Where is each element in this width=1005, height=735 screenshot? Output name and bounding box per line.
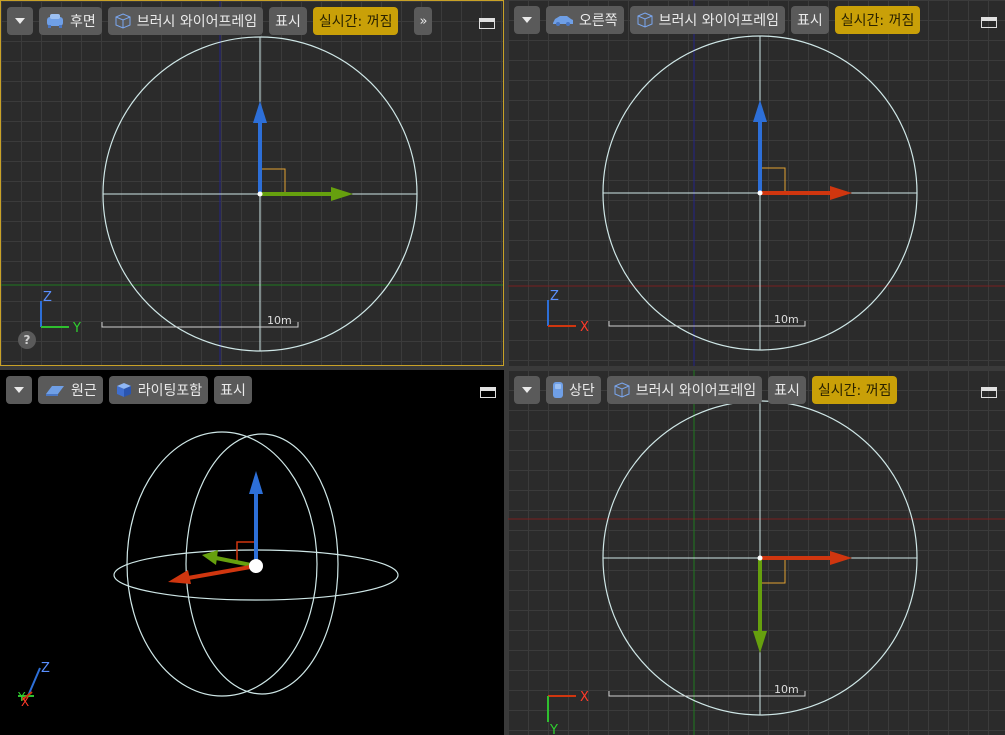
back-realtime-label: 실시간: 꺼짐 (318, 14, 393, 30)
back-view-button[interactable]: 후면 (39, 7, 102, 35)
right-view-button[interactable]: 오른쪽 (546, 6, 624, 34)
gizmo-x-arrowhead[interactable] (168, 570, 191, 584)
scale-label: 10m (267, 314, 292, 327)
right-shading-label: 브러시 와이어프레임 (658, 13, 780, 29)
perspective-scene: Z X Y (17, 431, 399, 709)
back-realtime-badge[interactable]: 실시간: 꺼짐 (312, 7, 399, 35)
gizmo-pivot[interactable] (257, 191, 263, 197)
right-realtime-badge[interactable]: 실시간: 꺼짐 (834, 6, 921, 34)
chevron-down-icon (522, 17, 532, 23)
chevron-down-icon (522, 387, 532, 393)
axis-tripod-z-label: Z (43, 290, 52, 305)
top-show-button[interactable]: 표시 (768, 376, 806, 404)
more-chevrons-icon: » (419, 13, 428, 29)
perspective-toolbar: 원근 라이팅포함 표시 (6, 376, 252, 404)
top-show-label: 표시 (774, 383, 800, 399)
perspective-shading-label: 라이팅포함 (137, 383, 203, 399)
axis-tripod-y-label: Y (17, 690, 26, 704)
perspective-shading-button[interactable]: 라이팅포함 (108, 376, 209, 404)
back-menu-dropdown[interactable] (7, 7, 33, 35)
viewport-top[interactable]: 10m X Y 상단 브러시 와이어프레임 표시 실시간: 꺼짐 (508, 370, 1005, 735)
chevron-down-icon (15, 18, 25, 24)
top-maximize-icon[interactable] (981, 387, 997, 398)
top-view-label: 상단 (569, 383, 595, 399)
gizmo-pivot[interactable] (249, 559, 263, 573)
gizmo-y-arrowhead[interactable] (202, 550, 218, 565)
top-realtime-label: 실시간: 꺼짐 (817, 383, 892, 399)
axis-tripod-y-label: Y (72, 321, 81, 336)
back-scene: 10m Z Y (1, 1, 503, 365)
perspective-menu-dropdown[interactable] (6, 376, 32, 404)
axis-tripod-x-label: X (580, 690, 589, 705)
wireframe-cube-icon (637, 12, 653, 28)
right-realtime-label: 실시간: 꺼짐 (840, 13, 915, 29)
perspective-show-button[interactable]: 표시 (214, 376, 252, 404)
help-icon[interactable]: ? (18, 331, 36, 349)
scale-label: 10m (774, 683, 799, 696)
car-back-icon (47, 14, 63, 28)
right-show-label: 표시 (797, 13, 823, 29)
back-toolbar: 후면 브러시 와이어프레임 표시 실시간: 꺼짐 » (7, 7, 433, 35)
top-scene: 10m X Y (508, 370, 1005, 735)
gizmo-plane-handle[interactable] (260, 168, 286, 194)
top-realtime-badge[interactable]: 실시간: 꺼짐 (811, 376, 898, 404)
right-menu-dropdown[interactable] (514, 6, 540, 34)
perspective-view-button[interactable]: 원근 (38, 376, 103, 404)
back-maximize-icon[interactable] (479, 18, 495, 29)
right-view-label: 오른쪽 (579, 13, 618, 29)
axis-tripod-z (27, 667, 41, 697)
viewport-perspective[interactable]: Z X Y 원근 라이팅포함 표시 (0, 370, 504, 735)
axis-tripod-z-label: Z (550, 289, 559, 304)
back-shading-button[interactable]: 브러시 와이어프레임 (107, 7, 264, 35)
right-show-button[interactable]: 표시 (791, 6, 829, 34)
gizmo-y-arrowhead[interactable] (753, 631, 767, 653)
gizmo-plane-handle[interactable] (760, 167, 786, 193)
back-shading-label: 브러시 와이어프레임 (136, 14, 258, 30)
right-scene: 10m Z X (508, 0, 1005, 366)
right-toolbar: 오른쪽 브러시 와이어프레임 표시 실시간: 꺼짐 (514, 6, 921, 34)
viewport-back[interactable]: 10m Z Y 후면 브러시 와이어프레임 표시 실시간: 꺼짐 » ? (0, 0, 504, 366)
sphere-wire-meridian-a (126, 431, 318, 697)
wireframe-cube-icon (614, 382, 630, 398)
back-more-button[interactable]: » (414, 7, 433, 35)
top-view-button[interactable]: 상단 (546, 376, 601, 404)
gizmo-z-arrowhead[interactable] (753, 100, 767, 122)
top-toolbar: 상단 브러시 와이어프레임 표시 실시간: 꺼짐 (514, 376, 898, 404)
top-shading-label: 브러시 와이어프레임 (635, 383, 757, 399)
gizmo-x-arrowhead[interactable] (830, 551, 852, 565)
axis-tripod-x-label: X (580, 320, 589, 335)
back-show-label: 표시 (275, 14, 301, 30)
back-view-label: 후면 (70, 14, 96, 30)
gizmo-y-arrowhead[interactable] (331, 187, 353, 201)
axis-tripod-z-label: Z (41, 661, 50, 676)
viewport-right[interactable]: 10m Z X 오른쪽 브러시 와이어프레임 표시 실시간: 꺼짐 (508, 0, 1005, 366)
gizmo-x-arrowhead[interactable] (830, 186, 852, 200)
gizmo-plane-handle[interactable] (760, 558, 786, 584)
gizmo-z-arrowhead[interactable] (249, 471, 263, 494)
gizmo-x-arrow[interactable] (187, 564, 257, 580)
gizmo-pivot[interactable] (757, 190, 763, 196)
wireframe-cube-icon (115, 13, 131, 29)
axis-tripod-y-label: Y (549, 723, 558, 735)
perspective-view-label: 원근 (71, 383, 97, 399)
perspective-plane-icon (46, 386, 64, 396)
scale-label: 10m (774, 313, 799, 326)
right-shading-button[interactable]: 브러시 와이어프레임 (629, 6, 786, 34)
lit-cube-icon (116, 383, 131, 397)
top-menu-dropdown[interactable] (514, 376, 540, 404)
car-side-icon (553, 16, 573, 26)
gizmo-z-arrowhead[interactable] (253, 101, 267, 123)
top-shading-button[interactable]: 브러시 와이어프레임 (606, 376, 763, 404)
gizmo-plane-handle[interactable] (236, 541, 254, 562)
perspective-show-label: 표시 (220, 383, 246, 399)
perspective-maximize-icon[interactable] (480, 387, 496, 398)
gizmo-pivot[interactable] (757, 555, 763, 561)
chevron-down-icon (14, 387, 24, 393)
right-maximize-icon[interactable] (981, 17, 997, 28)
phone-top-icon (553, 382, 563, 398)
back-show-button[interactable]: 표시 (269, 7, 307, 35)
